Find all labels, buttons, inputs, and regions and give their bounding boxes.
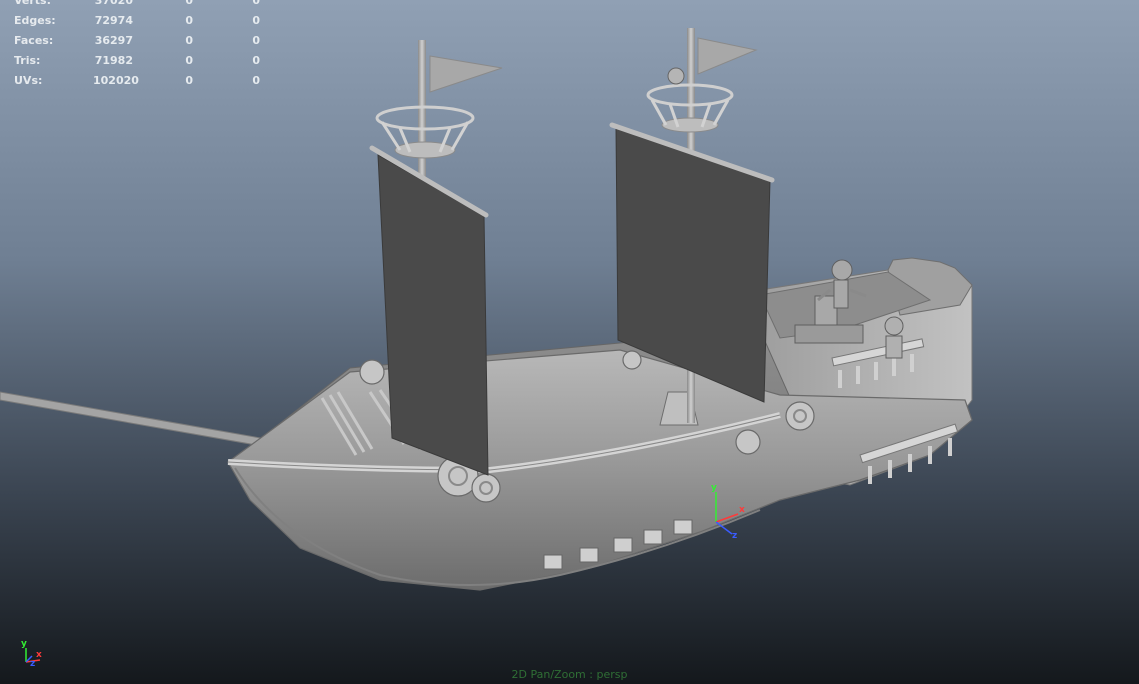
helmsman-figure (884, 316, 904, 359)
hud-value: 0 (185, 14, 193, 27)
hud-value: 102020 (93, 74, 139, 87)
hud-label: Tris: (14, 54, 41, 67)
manipulator-x-label: x (739, 505, 745, 515)
ship-model-render[interactable]: y x z y x z (0, 0, 1139, 684)
hud-row-faces: Faces: 36297 0 0 (14, 31, 274, 51)
hud-value: 0 (252, 74, 260, 87)
hud-value: 36297 (94, 34, 133, 47)
view-y-label: y (21, 639, 27, 649)
hud-row-verts: Verts: 37020 0 0 (14, 0, 274, 11)
hud-value: 0 (252, 14, 260, 27)
hud-label: Faces: (14, 34, 54, 47)
poly-count-hud: Verts: 37020 0 0 Edges: 72974 0 0 Faces:… (14, 0, 274, 91)
hud-label: Verts: (14, 0, 52, 7)
hud-value: 0 (185, 0, 193, 7)
rear-flag (697, 37, 758, 75)
hud-row-edges: Edges: 72974 0 0 (14, 11, 274, 31)
viewport-status-text: 2D Pan/Zoom : persp (511, 668, 628, 681)
3d-viewport[interactable]: y x z y x z Verts: 37020 0 0 Edges: 7297… (0, 0, 1139, 684)
view-axis-indicator: y x z (21, 639, 42, 669)
manipulator-y-label: y (711, 483, 717, 493)
hud-value: 0 (252, 0, 260, 7)
hud-label: Edges: (14, 14, 56, 27)
hud-value: 0 (252, 54, 260, 67)
hud-value: 0 (252, 34, 260, 47)
hud-row-tris: Tris: 71982 0 0 (14, 51, 274, 71)
lookout-figure (667, 67, 685, 85)
hud-value: 37020 (94, 0, 133, 7)
hud-value: 72974 (94, 14, 133, 27)
front-flag (429, 55, 503, 93)
view-x-label: x (36, 650, 42, 660)
manipulator-z-label: z (732, 531, 737, 541)
hud-value: 71982 (94, 54, 133, 67)
front-sail (377, 154, 489, 476)
hud-value: 0 (185, 34, 193, 47)
hud-value: 0 (185, 54, 193, 67)
hud-row-uvs: UVs: 102020 0 0 (14, 71, 274, 91)
hud-value: 0 (185, 74, 193, 87)
hud-label: UVs: (14, 74, 43, 87)
